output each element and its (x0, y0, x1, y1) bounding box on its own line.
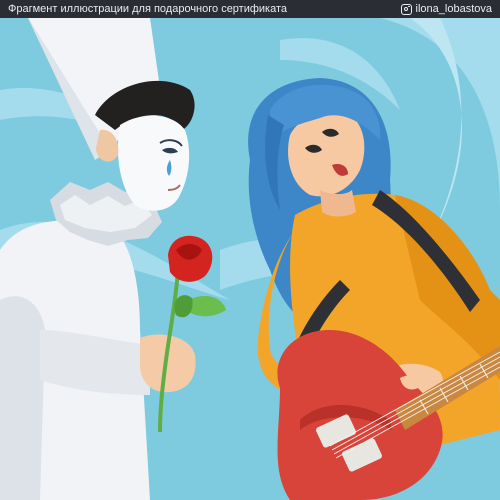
caption-bar: Фрагмент иллюстрации для подарочного сер… (0, 0, 500, 18)
illustration (0, 0, 500, 500)
illustration-stage: Фрагмент иллюстрации для подарочного сер… (0, 0, 500, 500)
caption-text: Фрагмент иллюстрации для подарочного сер… (8, 3, 288, 15)
instagram-handle[interactable]: ilona_lobastova (400, 0, 492, 18)
instagram-icon (400, 3, 412, 15)
handle-text: ilona_lobastova (415, 3, 492, 15)
